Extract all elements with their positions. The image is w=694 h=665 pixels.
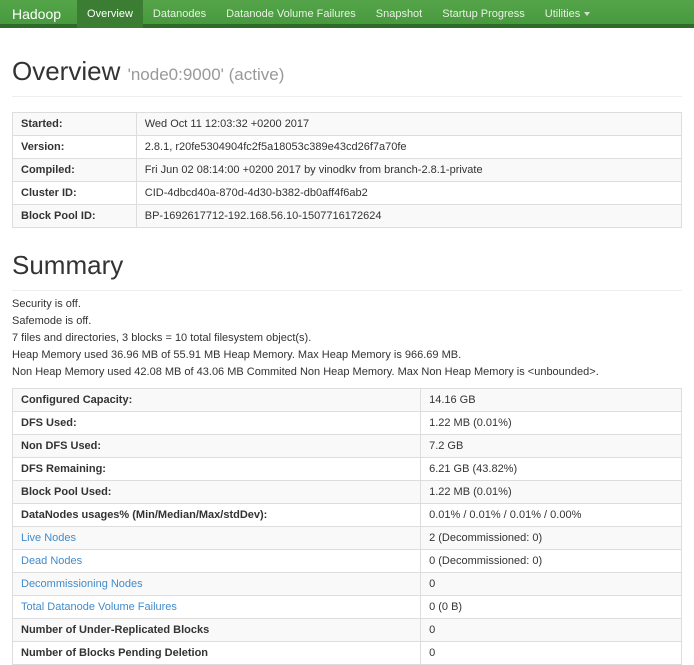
summary-table: Configured Capacity:14.16 GBDFS Used:1.2… xyxy=(12,388,682,665)
table-row: Number of Blocks Pending Deletion0 xyxy=(13,642,682,665)
row-label: Decommissioning Nodes xyxy=(13,573,421,596)
namenode-address: 'node0:9000' (active) xyxy=(128,65,285,84)
overview-table: Started:Wed Oct 11 12:03:32 +0200 2017Ve… xyxy=(12,112,682,228)
summary-line: Security is off. xyxy=(12,299,682,310)
tab-link-utilities[interactable]: Utilities xyxy=(535,0,600,28)
decommissioning-nodes-link[interactable]: Decommissioning Nodes xyxy=(21,578,143,590)
summary-line: Safemode is off. xyxy=(12,316,682,327)
row-label: Configured Capacity: xyxy=(13,389,421,412)
summary-status-text: Security is off. Safemode is off. 7 files … xyxy=(12,299,682,378)
row-value: 6.21 GB (43.82%) xyxy=(421,458,682,481)
table-row: Decommissioning Nodes 0 xyxy=(13,573,682,596)
brand-hadoop[interactable]: Hadoop xyxy=(12,0,77,24)
table-row: Non DFS Used:7.2 GB xyxy=(13,435,682,458)
row-label: Non DFS Used: xyxy=(13,435,421,458)
tab-link-startup-progress[interactable]: Startup Progress xyxy=(432,0,535,28)
navbar: Hadoop OverviewDatanodesDatanode Volume … xyxy=(0,0,694,28)
summary-line: Heap Memory used 36.96 MB of 55.91 MB He… xyxy=(12,350,682,361)
dead-nodes-link[interactable]: Dead Nodes xyxy=(21,555,82,567)
row-value: Fri Jun 02 08:14:00 +0200 2017 by vinodk… xyxy=(136,159,681,182)
row-label: Number of Blocks Pending Deletion xyxy=(13,642,421,665)
row-value: 0 xyxy=(421,573,682,596)
row-label: Cluster ID: xyxy=(13,182,137,205)
row-value: 2.8.1, r20fe5304904fc2f5a18053c389e43cd2… xyxy=(136,136,681,159)
row-value: 1.22 MB (0.01%) xyxy=(421,412,682,435)
row-label: Compiled: xyxy=(13,159,137,182)
table-row: Started:Wed Oct 11 12:03:32 +0200 2017 xyxy=(13,113,682,136)
tab-snapshot: Snapshot xyxy=(366,0,432,24)
row-value: 14.16 GB xyxy=(421,389,682,412)
row-value: 7.2 GB xyxy=(421,435,682,458)
table-row: Block Pool ID:BP-1692617712-192.168.56.1… xyxy=(13,205,682,228)
summary-header: Summary xyxy=(12,250,682,291)
row-label: DFS Used: xyxy=(13,412,421,435)
row-value: 0 xyxy=(421,642,682,665)
row-label: Started: xyxy=(13,113,137,136)
row-label: DataNodes usages% (Min/Median/Max/stdDev… xyxy=(13,504,421,527)
table-row: Compiled:Fri Jun 02 08:14:00 +0200 2017 … xyxy=(13,159,682,182)
tab-link-snapshot[interactable]: Snapshot xyxy=(366,0,432,28)
total-datanode-volume-failures-link[interactable]: Total Datanode Volume Failures xyxy=(21,601,177,613)
summary-title: Summary xyxy=(12,250,123,280)
table-row: DFS Remaining:6.21 GB (43.82%) xyxy=(13,458,682,481)
tab-link-datanodes[interactable]: Datanodes xyxy=(143,0,216,28)
row-value: 0 xyxy=(421,619,682,642)
row-label: DFS Remaining: xyxy=(13,458,421,481)
row-value: 0.01% / 0.01% / 0.01% / 0.00% xyxy=(421,504,682,527)
table-row: DFS Used:1.22 MB (0.01%) xyxy=(13,412,682,435)
row-value: CID-4dbcd40a-870d-4d30-b382-db0aff4f6ab2 xyxy=(136,182,681,205)
tab-datanodes: Datanodes xyxy=(143,0,216,24)
row-value: 0 (Decommissioned: 0) xyxy=(421,550,682,573)
table-row: DataNodes usages% (Min/Median/Max/stdDev… xyxy=(13,504,682,527)
row-value: 2 (Decommissioned: 0) xyxy=(421,527,682,550)
live-nodes-link[interactable]: Live Nodes xyxy=(21,532,76,544)
row-label: Total Datanode Volume Failures xyxy=(13,596,421,619)
summary-line: Non Heap Memory used 42.08 MB of 43.06 M… xyxy=(12,367,682,378)
row-label: Dead Nodes xyxy=(13,550,421,573)
row-label: Block Pool Used: xyxy=(13,481,421,504)
table-row: Live Nodes 2 (Decommissioned: 0) xyxy=(13,527,682,550)
page-content: Overview 'node0:9000' (active) Started:W… xyxy=(0,56,694,665)
tab-link-datanode-volume-failures[interactable]: Datanode Volume Failures xyxy=(216,0,366,28)
table-row: Configured Capacity:14.16 GB xyxy=(13,389,682,412)
table-row: Total Datanode Volume Failures 0 (0 B) xyxy=(13,596,682,619)
row-label: Number of Under-Replicated Blocks xyxy=(13,619,421,642)
table-row: Block Pool Used:1.22 MB (0.01%) xyxy=(13,481,682,504)
row-value: BP-1692617712-192.168.56.10-150771617262… xyxy=(136,205,681,228)
row-value: 0 (0 B) xyxy=(421,596,682,619)
table-row: Number of Under-Replicated Blocks0 xyxy=(13,619,682,642)
row-value: 1.22 MB (0.01%) xyxy=(421,481,682,504)
row-label: Version: xyxy=(13,136,137,159)
navbar-tabs: OverviewDatanodesDatanode Volume Failure… xyxy=(77,0,600,24)
row-value: Wed Oct 11 12:03:32 +0200 2017 xyxy=(136,113,681,136)
overview-title: Overview xyxy=(12,56,120,86)
table-row: Dead Nodes 0 (Decommissioned: 0) xyxy=(13,550,682,573)
row-label: Live Nodes xyxy=(13,527,421,550)
chevron-down-icon xyxy=(584,12,590,16)
overview-header: Overview 'node0:9000' (active) xyxy=(12,56,682,97)
table-row: Version:2.8.1, r20fe5304904fc2f5a18053c3… xyxy=(13,136,682,159)
summary-line: 7 files and directories, 3 blocks = 10 t… xyxy=(12,333,682,344)
tab-overview: Overview xyxy=(77,0,143,24)
tab-startup-progress: Startup Progress xyxy=(432,0,535,24)
row-label: Block Pool ID: xyxy=(13,205,137,228)
tab-link-overview[interactable]: Overview xyxy=(77,0,143,28)
tab-utilities: Utilities xyxy=(535,0,600,24)
tab-datanode-volume-failures: Datanode Volume Failures xyxy=(216,0,366,24)
table-row: Cluster ID:CID-4dbcd40a-870d-4d30-b382-d… xyxy=(13,182,682,205)
